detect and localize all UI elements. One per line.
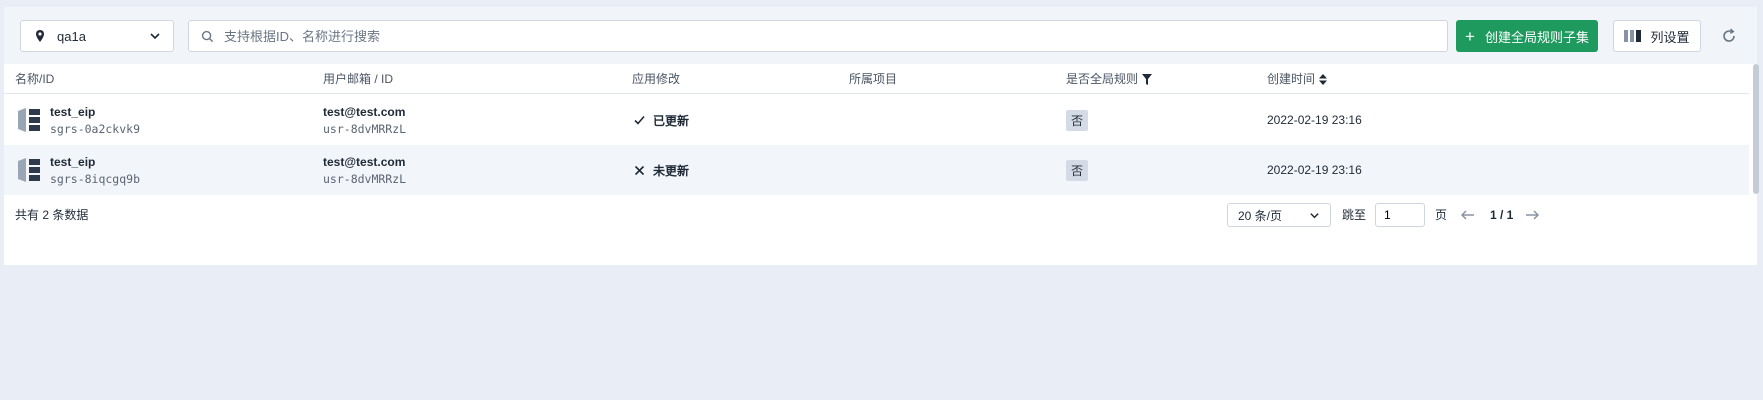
check-icon xyxy=(634,115,645,125)
page-info: 1 / 1 xyxy=(1490,208,1514,222)
jump-page-input[interactable] xyxy=(1375,203,1425,227)
filter-icon[interactable] xyxy=(1142,73,1153,85)
total-count: 共有 2 条数据 xyxy=(15,208,89,222)
location-pin-icon xyxy=(36,30,44,42)
global-badge: 否 xyxy=(1066,159,1089,181)
owner-email: test@test.com xyxy=(323,154,406,169)
created-cell: 2022-02-19 23:16 xyxy=(1267,145,1362,195)
page-label: 页 xyxy=(1435,208,1448,222)
jump-label: 跳至 xyxy=(1342,208,1367,222)
name-cell: test_eip sgrs-0a2ckvk9 xyxy=(50,95,140,145)
page-size-value: 20 条/页 xyxy=(1238,208,1283,223)
pagination-bar: 共有 2 条数据 20 条/页 跳至 页 1 / 1 xyxy=(4,195,1749,237)
vertical-scrollbar[interactable] xyxy=(1753,64,1759,194)
column-settings-button[interactable]: 列设置 xyxy=(1613,20,1701,52)
create-button-label: 创建全局规则子集 xyxy=(1484,29,1589,45)
chevron-down-icon xyxy=(1310,212,1319,218)
sort-icon[interactable] xyxy=(1319,73,1328,85)
owner-cell: test@test.com usr-8dvMRRzL xyxy=(323,145,406,195)
header-global-label: 是否全局规则 xyxy=(1066,72,1139,86)
global-cell: 否 xyxy=(1066,145,1089,195)
columns-icon xyxy=(1624,30,1642,42)
header-created: 创建时间 xyxy=(1267,64,1328,94)
global-badge: 否 xyxy=(1066,109,1089,131)
owner-id: usr-8dvMRRzL xyxy=(323,171,407,186)
created-cell: 2022-02-19 23:16 xyxy=(1267,95,1362,145)
zone-select[interactable]: qa1a xyxy=(20,20,174,52)
global-cell: 否 xyxy=(1066,95,1089,145)
header-name: 名称/ID xyxy=(15,72,55,86)
header-created-label: 创建时间 xyxy=(1267,72,1316,86)
header-global: 是否全局规则 xyxy=(1066,64,1153,94)
search-box xyxy=(188,20,1448,52)
apply-status: 未更新 xyxy=(653,163,690,178)
header-project: 所属项目 xyxy=(849,72,898,86)
search-icon xyxy=(201,30,214,42)
owner-id: usr-8dvMRRzL xyxy=(323,121,407,136)
created-time: 2022-02-19 23:16 xyxy=(1267,113,1362,127)
create-global-rule-subset-button[interactable]: + 创建全局规则子集 xyxy=(1456,20,1598,52)
created-time: 2022-02-19 23:16 xyxy=(1267,163,1362,177)
refresh-button[interactable] xyxy=(1717,24,1741,48)
apply-status-cell: 未更新 xyxy=(634,145,689,195)
rule-set-icon xyxy=(18,158,40,182)
table-header: 名称/ID 用户邮箱 / ID 应用修改 所属项目 是否全局规则 创建时间 xyxy=(4,64,1749,94)
header-apply: 应用修改 xyxy=(632,72,681,86)
table-row[interactable]: test_eip sgrs-8iqcgq9b test@test.com usr… xyxy=(4,145,1749,195)
main-panel: qa1a + 创建全局规则子集 列设置 xyxy=(4,7,1759,265)
toolbar: qa1a + 创建全局规则子集 列设置 xyxy=(4,7,1757,64)
table-row[interactable]: test_eip sgrs-0a2ckvk9 test@test.com usr… xyxy=(4,95,1749,145)
chevron-down-icon xyxy=(150,33,160,40)
rule-id: sgrs-8iqcgq9b xyxy=(50,171,141,186)
header-owner: 用户邮箱 / ID xyxy=(323,72,394,86)
rule-name[interactable]: test_eip xyxy=(50,155,140,169)
owner-email: test@test.com xyxy=(323,104,406,119)
refresh-icon xyxy=(1723,28,1735,42)
owner-cell: test@test.com usr-8dvMRRzL xyxy=(323,95,406,145)
plus-icon: + xyxy=(1465,26,1475,46)
apply-status-cell: 已更新 xyxy=(634,95,689,145)
rule-name[interactable]: test_eip xyxy=(50,105,140,119)
rule-set-icon xyxy=(18,108,40,132)
cross-icon xyxy=(634,165,645,175)
arrow-left-icon[interactable] xyxy=(1460,207,1476,223)
zone-value: qa1a xyxy=(57,28,86,44)
name-cell: test_eip sgrs-8iqcgq9b xyxy=(50,145,140,195)
page-size-select[interactable]: 20 条/页 xyxy=(1227,203,1331,227)
column-settings-label: 列设置 xyxy=(1650,29,1690,45)
arrow-right-icon[interactable] xyxy=(1524,207,1540,223)
rule-id: sgrs-0a2ckvk9 xyxy=(50,121,141,136)
apply-status: 已更新 xyxy=(653,113,690,128)
search-input[interactable] xyxy=(224,28,1435,44)
